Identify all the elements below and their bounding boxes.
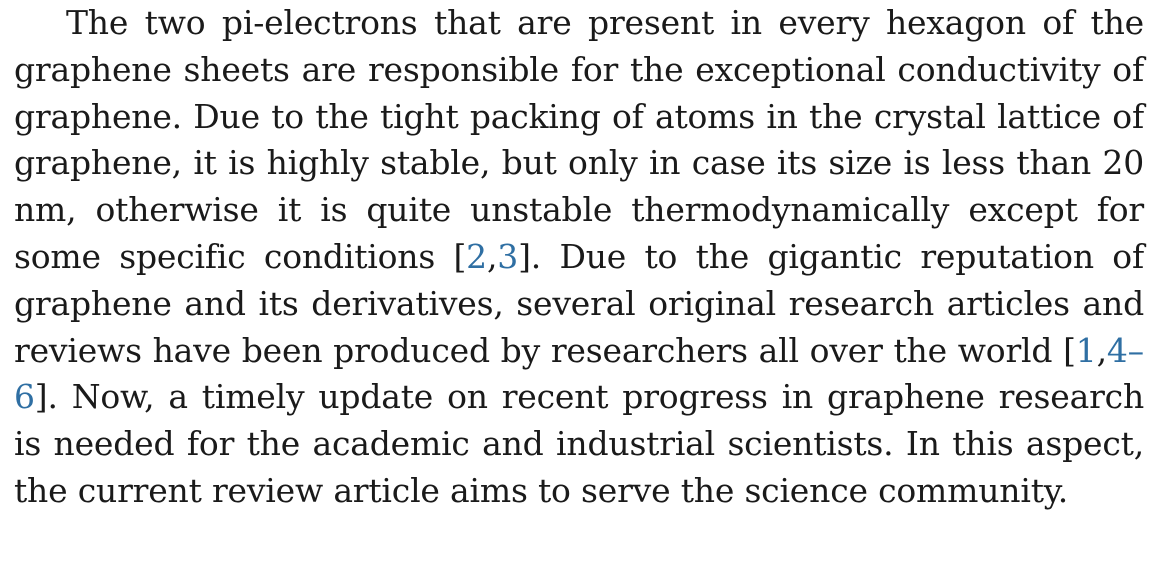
paragraph-text-1: The two pi-electrons that are present in… <box>14 3 1144 276</box>
citation-link-2[interactable]: 2 <box>466 237 487 276</box>
citation-separator: , <box>1096 330 1108 370</box>
paragraph-text-3: ]. Now, a timely update on recent progre… <box>14 377 1144 510</box>
citation-link-1[interactable]: 1 <box>1076 331 1097 370</box>
citation-separator: , <box>486 236 498 276</box>
citation-link-3[interactable]: 3 <box>497 237 518 276</box>
body-paragraph: The two pi-electrons that are present in… <box>14 0 1144 515</box>
